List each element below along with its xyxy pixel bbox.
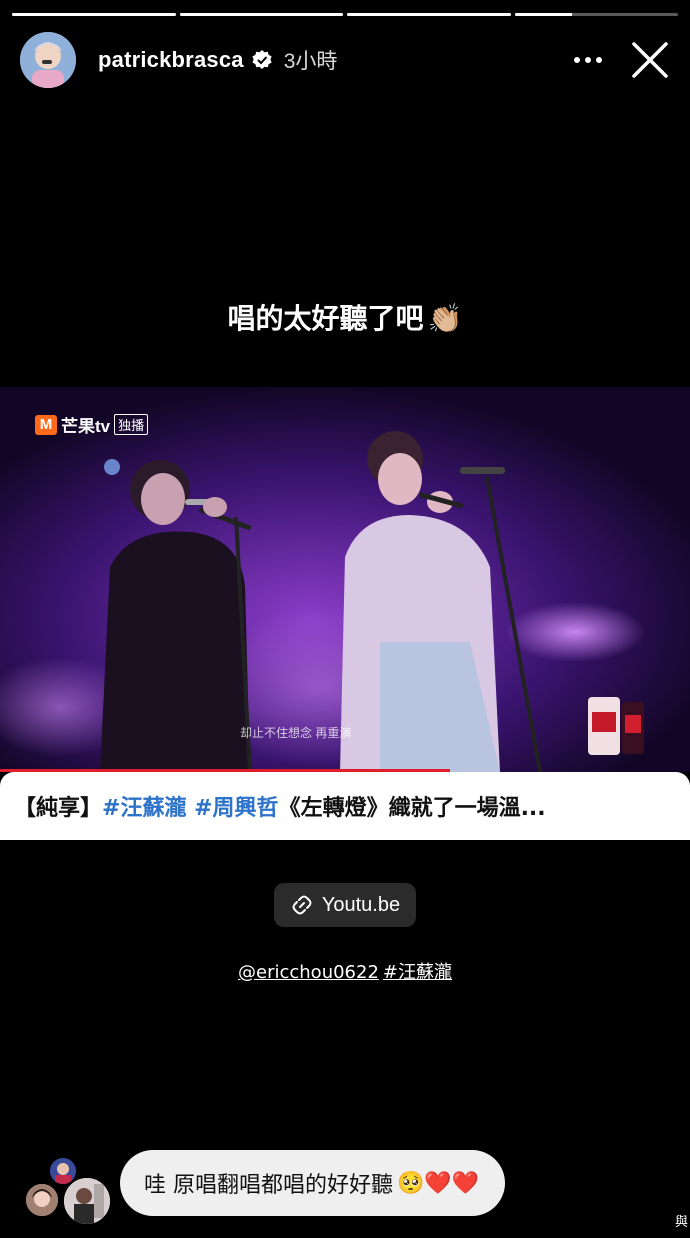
post-time: 3小時 [283, 50, 338, 73]
mango-tv-icon: M [35, 414, 57, 435]
avatar [62, 1176, 112, 1226]
caption-text: 唱的太好聽了吧 [227, 302, 424, 335]
more-options-icon[interactable] [568, 40, 608, 80]
clapping-hands-icon: 👏🏼 [427, 302, 463, 335]
avatar [24, 1182, 60, 1218]
logo-tag: 独播 [114, 414, 149, 435]
title-rest: 《左轉燈》織就了一場溫... [278, 796, 546, 821]
mention-user[interactable]: @ericchou0622 [238, 962, 379, 983]
progress-segment [347, 13, 511, 16]
video-thumbnail[interactable] [0, 387, 690, 772]
title-hashtag: #汪蘇瀧 [102, 796, 187, 821]
title-prefix: 【純享】 [14, 796, 103, 821]
commenter-avatars[interactable] [24, 1156, 114, 1228]
title-hashtag: #周興哲 [194, 796, 279, 821]
mentions-row: @ericchou0622 #汪蘇瀧 [0, 958, 690, 984]
comment-emojis: 🥺❤️❤️ [397, 1170, 480, 1196]
story-progress [12, 13, 678, 17]
close-icon[interactable] [628, 38, 672, 82]
logo-name: 芒果tv [61, 417, 111, 436]
verified-badge-icon [252, 50, 272, 69]
story-header: patrickbrasca 3小時 [20, 30, 672, 90]
username[interactable]: patrickbrasca [98, 47, 244, 73]
progress-segment [12, 13, 176, 16]
comment-bubble[interactable]: 哇 原唱翻唱都唱的好好聽 🥺❤️❤️ [120, 1150, 506, 1216]
corner-text: 與 [674, 1214, 688, 1229]
mango-tv-logo: M 芒果tv 独播 [35, 412, 149, 437]
link-sticker[interactable]: Youtu.be [274, 883, 416, 927]
link-icon [292, 895, 312, 915]
avatar[interactable] [20, 32, 76, 88]
video-subtitle: 却止不住想念 再重演 [240, 726, 352, 740]
link-title-card[interactable]: 【純享】 #汪蘇瀧 #周興哲 《左轉燈》織就了一場溫... [0, 772, 690, 840]
link-label: Youtu.be [321, 893, 401, 916]
comment-text: 哇 原唱翻唱都唱的好好聽 [144, 1173, 393, 1198]
progress-segment [514, 13, 678, 16]
story-caption: 唱的太好聽了吧 👏🏼 [0, 297, 690, 337]
progress-segment [179, 13, 343, 16]
mention-hashtag[interactable]: #汪蘇瀧 [383, 962, 452, 983]
